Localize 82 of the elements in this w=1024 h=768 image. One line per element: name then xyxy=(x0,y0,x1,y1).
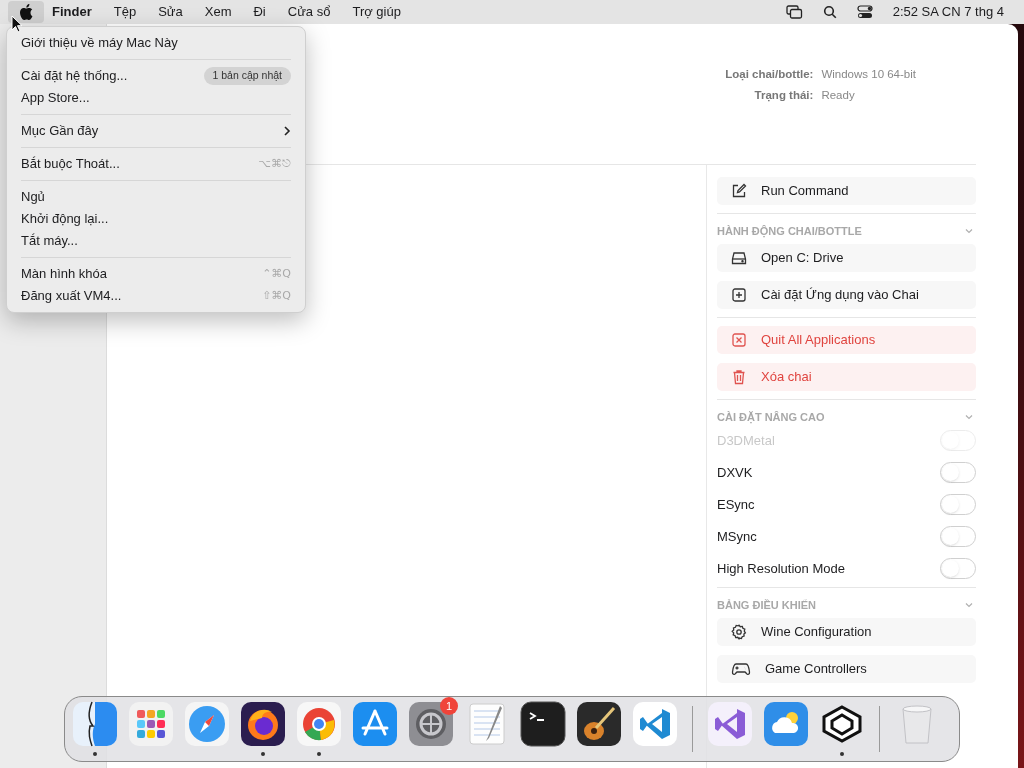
action-button[interactable]: Quit All Applications xyxy=(717,326,976,354)
ribbon-icon[interactable] xyxy=(707,701,753,747)
shortcut-text: ⇧⌘Q xyxy=(262,287,291,304)
action-button[interactable]: Game Controllers xyxy=(717,655,976,683)
terminal-icon[interactable] xyxy=(520,701,566,747)
shortcut-text: ⌃⌘Q xyxy=(262,265,291,282)
chevron-icon[interactable] xyxy=(964,600,974,610)
gamepad-icon xyxy=(731,661,751,677)
apple-menu-button[interactable] xyxy=(8,1,44,23)
toggle-switch[interactable] xyxy=(940,558,976,579)
toggle-switch[interactable] xyxy=(940,526,976,547)
pencil-square-icon xyxy=(731,183,747,199)
action-button[interactable]: Open C: Drive xyxy=(717,244,976,272)
notification-badge: 1 xyxy=(440,697,458,715)
menu-item[interactable]: Bắt buộc Thoát... ⌥⌘⎋ xyxy=(7,153,305,175)
drive-icon xyxy=(731,250,747,266)
menu-item[interactable]: Khởi động lại... xyxy=(7,208,305,230)
cursor-icon xyxy=(11,15,23,33)
menu-item[interactable]: App Store... xyxy=(7,87,305,109)
menu-item-label: App Store... xyxy=(21,89,90,108)
info-value: Ready xyxy=(821,88,856,104)
chevron-right-icon xyxy=(283,125,291,137)
windows-icon[interactable] xyxy=(785,5,803,19)
chevron-icon[interactable] xyxy=(964,412,974,422)
menu-item-label: Đăng xuất VM4... xyxy=(21,287,122,306)
setting-label: ESync xyxy=(717,495,755,514)
menu-title[interactable]: Tệp xyxy=(113,2,137,22)
menu-title[interactable]: Sửa xyxy=(158,2,183,22)
section-header: CÀI ĐẶT NÂNG CAO xyxy=(717,409,825,426)
update-badge: 1 bản cập nhật xyxy=(203,67,291,85)
ribbon-icon[interactable] xyxy=(632,701,678,747)
menu-item-label: Ngủ xyxy=(21,188,45,207)
chevron-icon[interactable] xyxy=(964,226,974,236)
menu-title[interactable]: Finder xyxy=(52,2,92,22)
menu-item-label: Khởi động lại... xyxy=(21,210,109,229)
action-button[interactable]: Run Command xyxy=(717,177,976,205)
x-square-icon xyxy=(731,332,747,348)
info-label: Loại chai/bottle: xyxy=(725,67,814,83)
section-header: HÀNH ĐỘNG CHAI/BOTTLE xyxy=(717,223,862,240)
apple-logo-icon xyxy=(19,4,33,20)
dock-divider xyxy=(692,706,693,752)
setting-label: DXVK xyxy=(717,463,753,482)
info-label: Trạng thái: xyxy=(753,88,814,104)
menu-item-label: Màn hình khóa xyxy=(21,265,107,284)
setting-label: High Resolution Mode xyxy=(717,559,845,578)
action-button[interactable]: Cài đặt Ứng dụng vào Chai xyxy=(717,281,976,309)
action-button[interactable]: Wine Configuration xyxy=(717,618,976,646)
flame-globe-icon[interactable] xyxy=(240,701,286,747)
menu-item[interactable]: Giới thiệu về máy Mac Này xyxy=(7,32,305,54)
clock[interactable]: 2:52 SA CN 7 thg 4 xyxy=(892,2,1004,22)
menu-item[interactable]: Cài đặt hệ thống... 1 bản cập nhật xyxy=(7,65,305,87)
menu-item[interactable]: Đăng xuất VM4... ⇧⌘Q xyxy=(7,285,305,307)
compass-icon[interactable] xyxy=(184,701,230,747)
menu-title[interactable]: Cửa sổ xyxy=(287,2,331,22)
control-center-icon[interactable] xyxy=(856,5,873,19)
guitar-icon[interactable] xyxy=(576,701,622,747)
action-button[interactable]: Xóa chai xyxy=(717,363,976,391)
menu-item-label: Giới thiệu về máy Mac Này xyxy=(21,34,178,53)
menu-item-label: Mục Gần đây xyxy=(21,122,99,141)
menu-title[interactable]: Xem xyxy=(204,2,232,22)
trash-icon xyxy=(731,369,747,385)
cloud-icon[interactable] xyxy=(763,701,809,747)
shortcut-text: ⌥⌘⎋ xyxy=(258,155,291,172)
menu-item[interactable]: Màn hình khóa ⌃⌘Q xyxy=(7,263,305,285)
menu-item[interactable]: Tắt máy... xyxy=(7,230,305,252)
menu-item[interactable]: Mục Gần đây xyxy=(7,120,305,142)
menu-item[interactable]: Ngủ xyxy=(7,186,305,208)
menu-title[interactable]: Trợ giúp xyxy=(352,2,401,22)
menu-item-label: Bắt buộc Thoát... xyxy=(21,155,120,174)
toggle-switch[interactable] xyxy=(940,462,976,483)
menu-item-label: Tắt máy... xyxy=(21,232,78,251)
toggle-switch[interactable] xyxy=(940,494,976,515)
section-header: BẢNG ĐIỀU KHIỂN xyxy=(717,597,816,613)
dock-divider xyxy=(879,706,880,752)
setting-label: MSync xyxy=(717,527,757,546)
info-value: Windows 10 64-bit xyxy=(821,67,916,82)
menu-title[interactable]: Đi xyxy=(253,2,266,22)
dots-grid-icon[interactable] xyxy=(128,701,174,747)
menu-item-label: Cài đặt hệ thống... xyxy=(21,67,128,86)
search-icon[interactable] xyxy=(822,5,837,19)
ring-icon[interactable] xyxy=(296,701,342,747)
plus-square-icon xyxy=(731,287,747,303)
